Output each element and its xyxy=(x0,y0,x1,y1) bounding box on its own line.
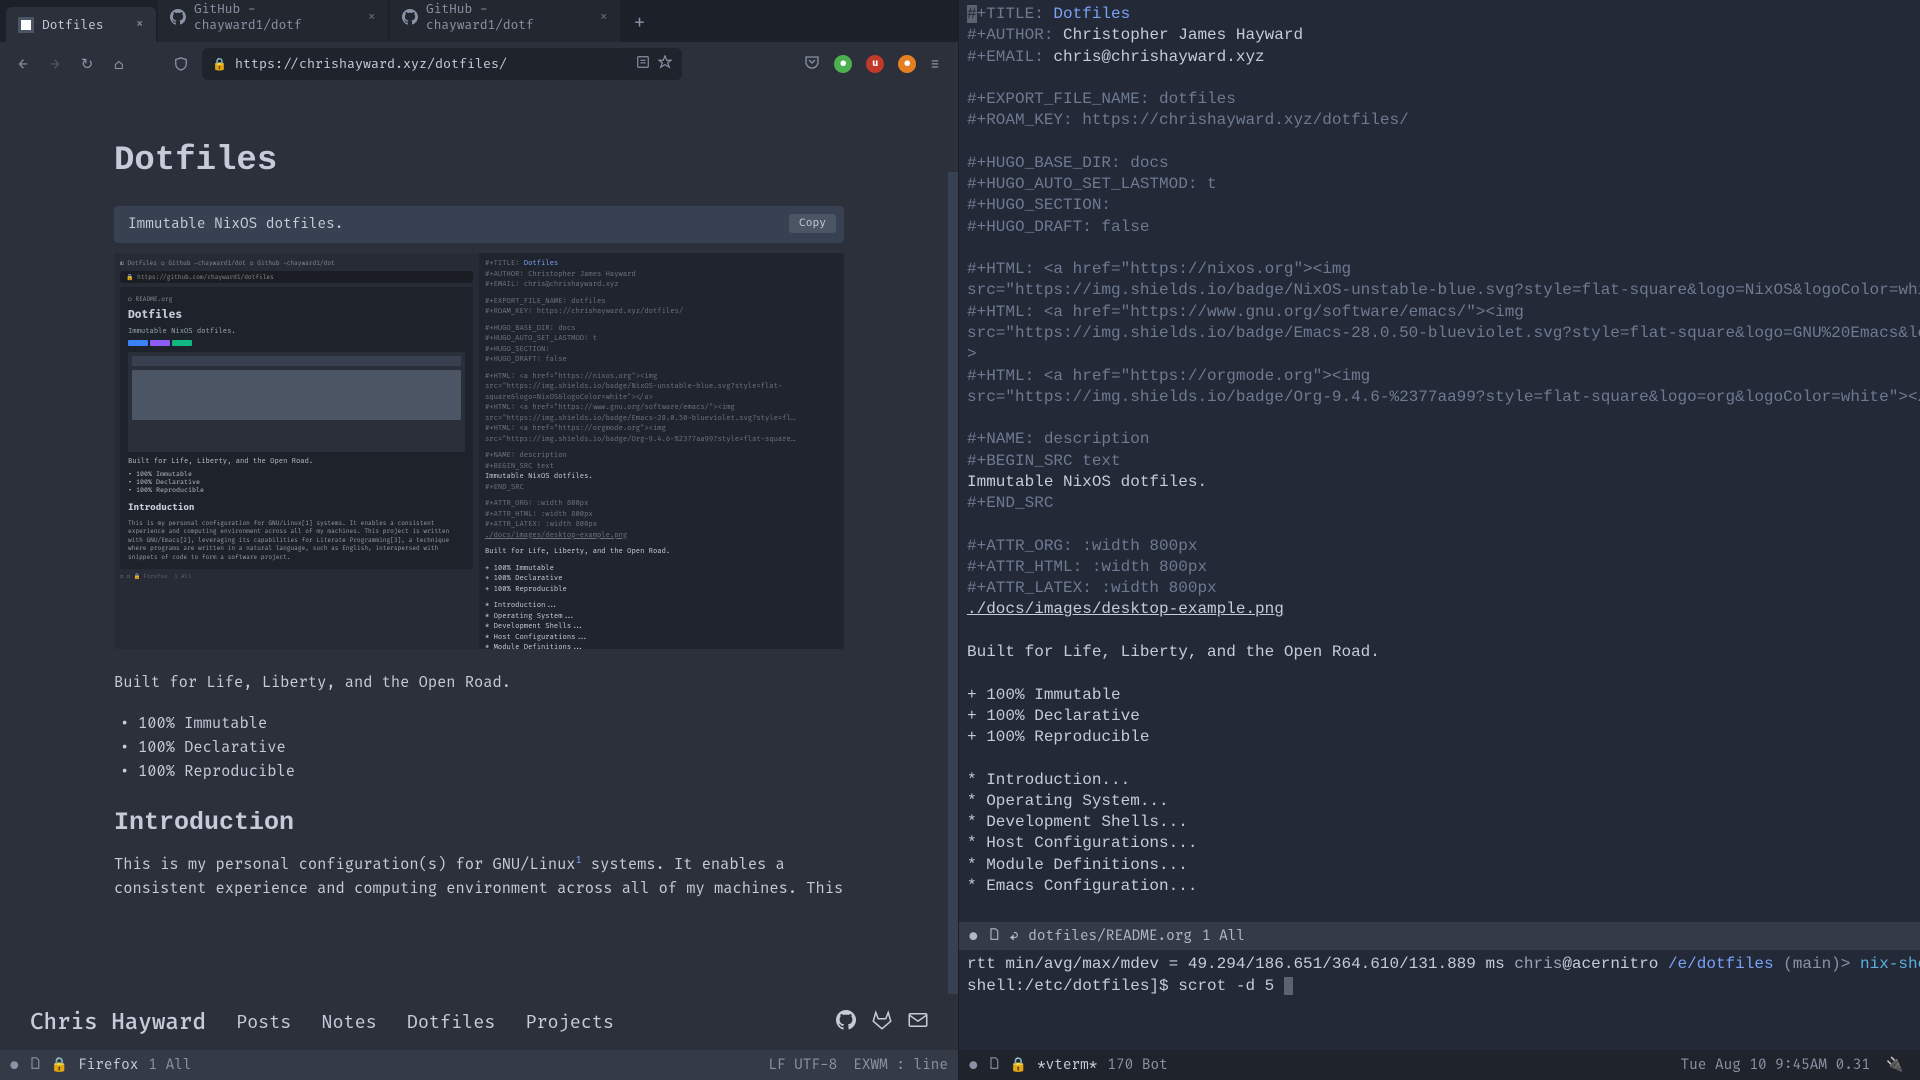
tab-label: GitHub - chayward1/dotf xyxy=(426,1,591,33)
terminal[interactable]: rtt min/avg/max/mdev = 49.294/186.651/36… xyxy=(959,950,1920,1050)
editor-modeline: ● ↩ dotfiles/README.org 1 All LF UTF-8 O… xyxy=(959,922,1920,950)
buffer-name: Firefox xyxy=(78,1057,138,1074)
site-nav: Chris Hayward Posts Notes Dotfiles Proje… xyxy=(0,994,958,1050)
tagline: Built for Life, Liberty, and the Open Ro… xyxy=(114,671,844,694)
site-brand[interactable]: Chris Hayward xyxy=(30,1009,206,1036)
github-icon[interactable] xyxy=(836,1010,856,1036)
close-icon[interactable]: × xyxy=(135,16,144,33)
reload-button[interactable]: ↻ xyxy=(76,53,98,75)
tab-github-1[interactable]: GitHub - chayward1/dotf × xyxy=(158,0,388,42)
back-arrow-icon: ↩ xyxy=(1010,928,1019,945)
tab-github-2[interactable]: GitHub - chayward1/dotf × xyxy=(390,0,620,42)
scrollbar[interactable] xyxy=(948,172,958,994)
nav-projects[interactable]: Projects xyxy=(525,1011,614,1034)
nav-posts[interactable]: Posts xyxy=(236,1011,291,1034)
email-icon[interactable] xyxy=(908,1010,928,1036)
left-modeline: ● 🔒 Firefox 1 All LF UTF-8 EXWM : line xyxy=(0,1050,958,1080)
timestamp: Tue Aug 10 9:45AM 0.31 xyxy=(1681,1057,1871,1074)
browser-tabs: Dotfiles × GitHub - chayward1/dotf × Git… xyxy=(0,0,958,42)
file-icon xyxy=(988,1057,1000,1074)
circle-icon: ● xyxy=(969,1057,978,1074)
position: 1 All xyxy=(1202,928,1245,945)
codeblock: Immutable NixOS dotfiles. Copy xyxy=(114,206,844,243)
extension-green-icon[interactable]: ● xyxy=(834,55,852,73)
page-content: Dotfiles Immutable NixOS dotfiles. Copy … xyxy=(0,86,958,994)
lock-icon: 🔒 xyxy=(1010,1057,1027,1074)
browser-toolbar: ← → ↻ ⌂ 🔒 https://chrishayward.xyz/dotfi… xyxy=(0,42,958,86)
section-heading: Introduction xyxy=(114,808,844,837)
list-item: 100% Reproducible xyxy=(114,760,844,784)
terminal-modeline: ● 🔒 *vterm* 170 Bot Tue Aug 10 9:45AM 0.… xyxy=(959,1050,1920,1080)
nav-dotfiles[interactable]: Dotfiles xyxy=(407,1011,496,1034)
circle-icon: ● xyxy=(969,928,978,945)
tab-dotfiles[interactable]: Dotfiles × xyxy=(6,7,156,42)
mode: EXWM : line xyxy=(853,1057,948,1074)
lock-icon: 🔒 xyxy=(212,57,227,72)
codeblock-text: Immutable NixOS dotfiles. xyxy=(128,216,343,233)
shield-icon[interactable] xyxy=(170,53,192,75)
pocket-icon[interactable] xyxy=(804,54,820,75)
encoding: LF UTF-8 xyxy=(768,1057,837,1074)
buffer-name: *vterm* xyxy=(1037,1057,1097,1074)
file-icon xyxy=(29,1057,41,1074)
favicon-icon xyxy=(18,17,34,33)
url-text: https://chrishayward.xyz/dotfiles/ xyxy=(235,56,507,72)
url-bar[interactable]: 🔒 https://chrishayward.xyz/dotfiles/ xyxy=(202,48,682,80)
close-icon[interactable]: × xyxy=(367,9,376,26)
nav-notes[interactable]: Notes xyxy=(321,1011,376,1034)
forward-button[interactable]: → xyxy=(44,53,66,75)
github-icon xyxy=(170,9,186,25)
copy-button[interactable]: Copy xyxy=(789,214,836,233)
back-button[interactable]: ← xyxy=(12,53,34,75)
tab-label: Dotfiles xyxy=(42,17,104,33)
buffer-file: dotfiles/README.org xyxy=(1028,928,1192,945)
extension-orange-icon[interactable]: ● xyxy=(898,55,916,73)
tab-label: GitHub - chayward1/dotf xyxy=(194,1,359,33)
page-title: Dotfiles xyxy=(114,142,844,180)
position: 170 Bot xyxy=(1107,1057,1167,1074)
circle-icon: ● xyxy=(10,1057,19,1074)
battery-icon: 🔌 xyxy=(1886,1057,1903,1074)
close-icon[interactable]: × xyxy=(599,9,608,26)
home-button[interactable]: ⌂ xyxy=(108,53,130,75)
editor[interactable]: #+TITLE: Dotfiles #+AUTHOR: Christopher … xyxy=(959,0,1920,922)
toolbar-icons: ● u ● ≡ xyxy=(804,54,940,75)
extension-ublock-icon[interactable]: u xyxy=(866,55,884,73)
reader-icon[interactable] xyxy=(636,55,650,73)
github-icon xyxy=(402,9,418,25)
bookmark-icon[interactable] xyxy=(658,55,672,73)
list-item: 100% Immutable xyxy=(114,712,844,736)
line-info: 1 All xyxy=(148,1057,191,1074)
list-item: 100% Declarative xyxy=(114,736,844,760)
intro-paragraph: This is my personal configuration(s) for… xyxy=(114,853,844,900)
menu-button[interactable]: ≡ xyxy=(930,54,940,74)
bullet-list: 100% Immutable 100% Declarative 100% Rep… xyxy=(114,712,844,784)
file-icon xyxy=(988,928,1000,945)
gitlab-icon[interactable] xyxy=(872,1010,892,1036)
screenshot-image: ◧ Dotfiles○ Github -chayward1/dot○ Githu… xyxy=(114,253,844,649)
new-tab-button[interactable]: + xyxy=(622,3,657,42)
lock-icon: 🔒 xyxy=(51,1057,68,1074)
